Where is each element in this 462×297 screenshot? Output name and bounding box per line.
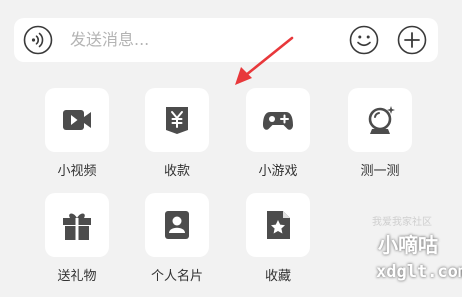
smiley-face-icon[interactable] bbox=[349, 25, 379, 55]
panel-item-label: 收藏 bbox=[264, 269, 291, 284]
panel-item-label: 测一测 bbox=[360, 164, 400, 179]
yuan-receive-icon bbox=[166, 107, 188, 134]
watermark-caption: 我爱我家社区 bbox=[372, 217, 432, 228]
tile-box bbox=[246, 88, 310, 152]
video-camera-icon bbox=[63, 110, 91, 130]
panel-item-label: 送礼物 bbox=[57, 269, 97, 284]
plus-circle-icon[interactable] bbox=[397, 25, 427, 55]
message-input-bar bbox=[14, 18, 438, 62]
panel-item-send-gift[interactable]: 送礼物 bbox=[37, 193, 117, 284]
panel-item-label: 小游戏 bbox=[258, 164, 298, 179]
message-input[interactable] bbox=[70, 18, 330, 62]
tile-box bbox=[348, 88, 412, 152]
voice-wave-icon[interactable] bbox=[23, 25, 53, 55]
tile-box bbox=[45, 193, 109, 257]
gift-icon bbox=[63, 213, 91, 240]
panel-item-receive-money[interactable]: 收款 bbox=[137, 88, 217, 179]
star-document-icon bbox=[267, 211, 290, 239]
panel-item-label: 个人名片 bbox=[150, 269, 203, 284]
panel-item-label: 收款 bbox=[163, 164, 190, 179]
panel-item-mini-game[interactable]: 小游戏 bbox=[238, 88, 318, 179]
panel-item-label: 小视频 bbox=[57, 164, 97, 179]
panel-item-business-card[interactable]: 个人名片 bbox=[137, 193, 217, 284]
contact-card-icon bbox=[165, 211, 189, 239]
panel-item-favorites[interactable]: 收藏 bbox=[238, 193, 318, 284]
panel-item-short-video[interactable]: 小视频 bbox=[37, 88, 117, 179]
gamepad-icon bbox=[263, 112, 293, 130]
tile-box bbox=[145, 193, 209, 257]
panel-item-fortune-test[interactable]: 测一测 bbox=[340, 88, 420, 179]
watermark-url: xdglt.com bbox=[376, 262, 462, 282]
crystal-ball-icon bbox=[368, 106, 395, 134]
watermark-logo-text: 小嘀咕 bbox=[378, 233, 438, 257]
tile-box bbox=[246, 193, 310, 257]
tile-box bbox=[145, 88, 209, 152]
tile-box bbox=[45, 88, 109, 152]
